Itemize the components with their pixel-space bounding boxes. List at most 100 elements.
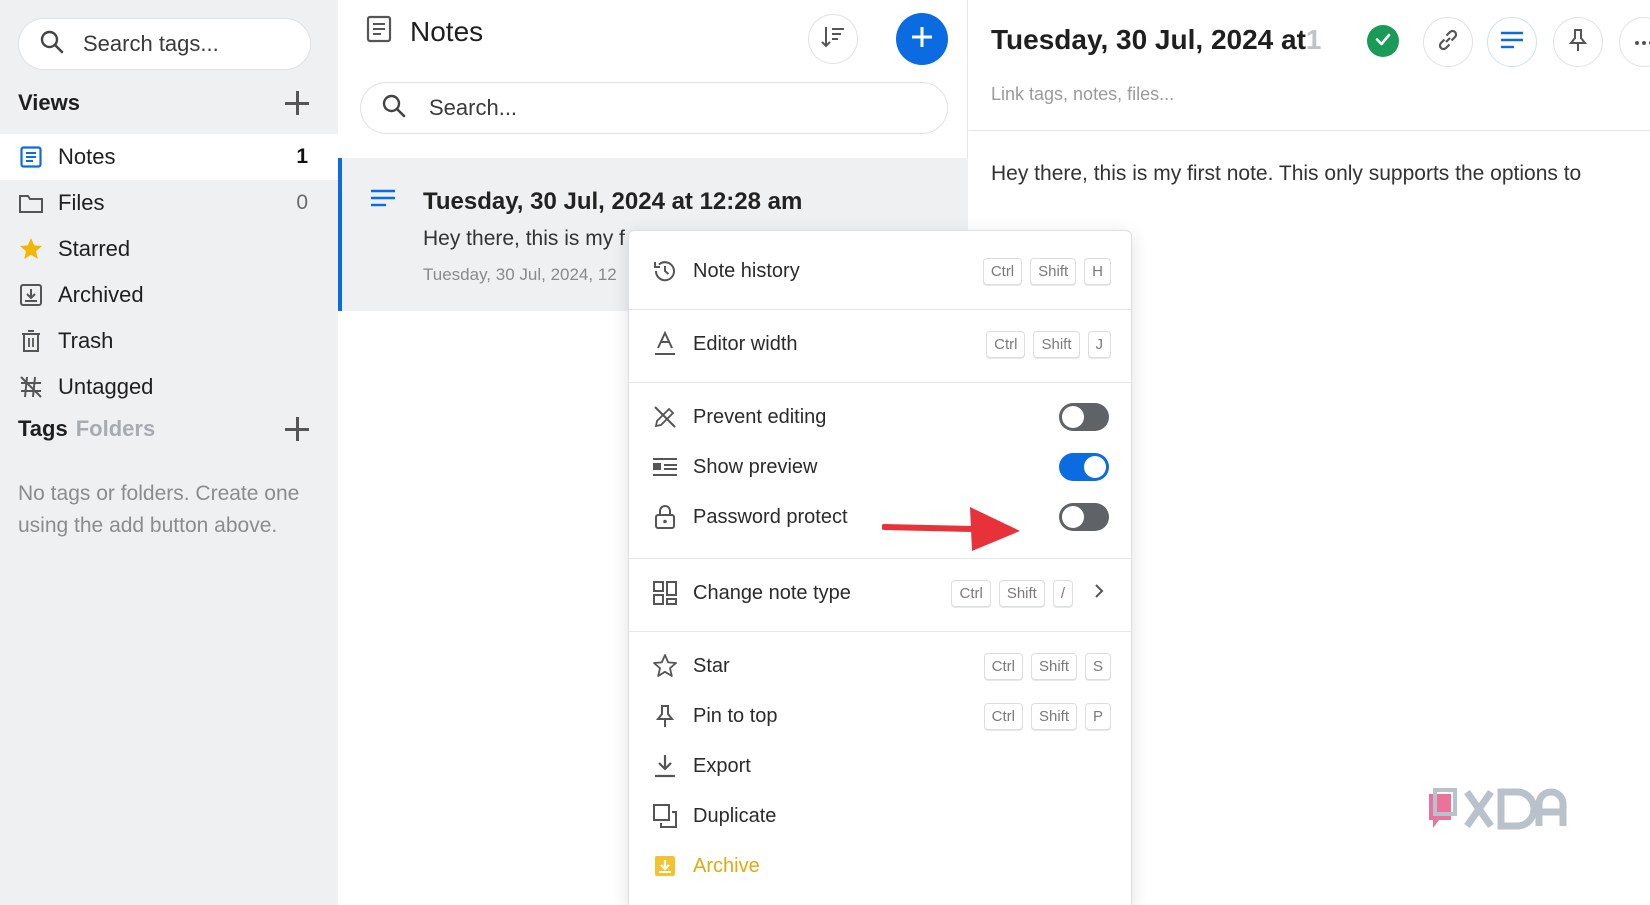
shortcut-key: J [1087,330,1111,358]
lock-icon [651,503,679,531]
menu-item-password-protect[interactable]: Password protect [629,493,1131,541]
more-icon [1634,33,1650,51]
sidebar-item-archived[interactable]: Archived [0,272,338,318]
shortcut-key: Shift [1030,702,1077,730]
show-preview-toggle[interactable] [1059,453,1109,481]
menu-item-label: Note history [693,259,800,282]
menu-item-show-preview[interactable]: Show preview [629,443,1131,491]
folders-tab[interactable]: Folders [76,416,155,442]
sidebar-item-starred[interactable]: Starred [0,226,338,272]
menu-divider [629,631,1131,632]
plus-icon [909,24,935,55]
menu-item-star[interactable]: Star Ctrl Shift S [629,642,1131,690]
menu-item-note-history[interactable]: Note history Ctrl Shift H [629,247,1131,295]
shortcut-keys: Ctrl Shift S [983,652,1111,680]
pin-button[interactable] [1553,17,1603,67]
copy-icon [651,802,679,830]
files-count: 0 [296,191,308,214]
sidebar-item-label: Untagged [58,374,154,399]
annotation-arrow-icon [881,505,1022,560]
untagged-icon [18,374,44,400]
password-protect-toggle[interactable] [1059,503,1109,531]
add-view-button[interactable] [284,90,310,116]
add-note-button[interactable] [896,13,948,65]
menu-item-change-note-type[interactable]: Change note type Ctrl Shift / [629,569,1131,617]
sidebar-item-trash[interactable]: Trash [0,318,338,364]
tags-title: Tags [18,416,68,441]
menu-item-duplicate[interactable]: Duplicate [629,792,1131,840]
notes-count: 1 [296,145,308,168]
menu-item-label: Archive [693,854,760,877]
menu-item-label: Star [693,654,730,677]
link-button[interactable] [1423,17,1473,67]
editor-divider [969,130,1650,131]
sidebar-item-files[interactable]: Files 0 [0,180,338,226]
shortcut-key: Shift [1030,257,1077,285]
menu-item-prevent-editing[interactable]: Prevent editing [629,393,1131,441]
check-icon [1374,30,1392,53]
archive-icon [18,282,44,308]
menu-item-label: Pin to top [693,704,778,727]
shortcut-keys: Ctrl Shift H [982,257,1111,285]
note-options-menu: Note history Ctrl Shift H Editor width C… [628,230,1132,905]
link-icon [1435,27,1461,58]
toggle-knob [1084,456,1106,478]
preview-icon [651,453,679,481]
menu-divider [629,309,1131,310]
views-list: Notes 1 Files 0 Starred Archived Trash U… [0,134,338,410]
note-title: Tuesday, 30 Jul, 2024 at 12:28 am [423,188,803,215]
star-icon [18,236,44,262]
editor-title-text: Tuesday, 30 Jul, 2024 at [991,24,1306,55]
prevent-editing-toggle[interactable] [1059,403,1109,431]
shortcut-key: Shift [1030,652,1077,680]
views-header: Views [18,90,310,116]
menu-item-label: Export [693,754,751,777]
pencil-off-icon [651,403,679,431]
more-button[interactable] [1619,17,1650,67]
search-icon [381,93,407,124]
notes-icon [364,14,394,49]
archive-icon [651,852,679,880]
note-options-button[interactable] [1487,17,1537,67]
download-icon [651,752,679,780]
sidebar-item-notes[interactable]: Notes 1 [0,134,338,180]
shortcut-key: Ctrl [983,652,1023,680]
editor-title-overflow: 1 [1305,24,1322,55]
shortcut-key: Ctrl [951,579,991,607]
menu-item-editor-width[interactable]: Editor width Ctrl Shift J [629,320,1131,368]
tag-search-input[interactable] [83,31,283,57]
note-search-input[interactable] [429,95,909,121]
menu-item-archive[interactable]: Archive [629,842,1131,890]
sort-button[interactable] [808,14,858,64]
sidebar-item-untagged[interactable]: Untagged [0,364,338,410]
note-search-box[interactable] [360,82,948,134]
tag-search-box[interactable] [18,18,311,70]
shortcut-keys: Ctrl Shift P [983,702,1111,730]
menu-item-pin-to-top[interactable]: Pin to top Ctrl Shift P [629,692,1131,740]
shortcut-key: Ctrl [983,702,1023,730]
notes-header: Notes [364,14,483,49]
sidebar-item-label: Trash [58,328,114,353]
editor-content[interactable]: Hey there, this is my first note. This o… [991,162,1581,186]
menu-item-export[interactable]: Export [629,742,1131,790]
notes-title: Notes [410,15,484,47]
shortcut-key: Shift [1033,330,1080,358]
trash-icon [18,328,44,354]
shortcut-key: / [1052,579,1073,607]
link-tags-input[interactable]: Link tags, notes, files... [991,84,1174,105]
shortcut-key: P [1084,702,1111,730]
note-title-field[interactable]: Tuesday, 30 Jul, 2024 at1 [991,24,1321,56]
sidebar-item-label: Archived [58,282,144,307]
shortcut-keys: Ctrl Shift J [986,330,1111,358]
add-tag-button[interactable] [284,416,310,442]
shortcut-key: H [1084,257,1111,285]
menu-lines-icon [1499,29,1525,56]
note-date: Tuesday, 30 Jul, 2024, 12 [423,265,617,284]
plain-text-icon [370,188,396,215]
sidebar-item-label: Starred [58,236,131,261]
text-width-icon [651,330,679,358]
sidebar: Views Notes 1 Files 0 Starred [0,0,338,905]
grid-layout-icon [651,579,679,607]
pin-icon [651,702,679,730]
menu-item-label: Password protect [693,505,848,528]
